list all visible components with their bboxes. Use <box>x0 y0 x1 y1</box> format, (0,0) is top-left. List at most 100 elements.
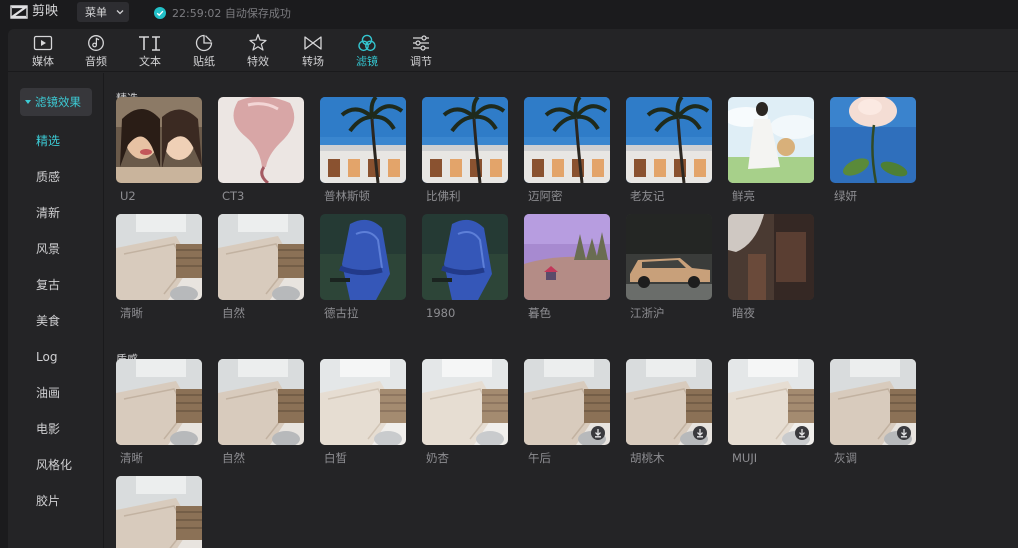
filter-thumbnail <box>728 359 814 445</box>
tab-media[interactable]: 媒体 <box>23 33 63 71</box>
filter-card[interactable]: 老友记 <box>626 97 712 203</box>
filter-card[interactable]: 自然 <box>218 359 304 465</box>
filter-thumbnail <box>320 214 406 300</box>
download-icon[interactable] <box>591 426 605 440</box>
tab-label: 调节 <box>410 55 432 68</box>
tab-label: 音频 <box>85 55 107 68</box>
filter-card[interactable]: 午后 <box>524 359 610 465</box>
download-icon[interactable] <box>795 426 809 440</box>
filter-card[interactable]: 奶杏 <box>422 359 508 465</box>
sidebar-item-oil-painting[interactable]: 油画 <box>36 386 60 400</box>
autosave-text: 22:59:02 自动保存成功 <box>172 7 291 20</box>
filter-card[interactable]: MUJI <box>728 359 814 465</box>
filter-thumbnail <box>218 97 304 183</box>
download-icon[interactable] <box>693 426 707 440</box>
filter-thumbnail <box>218 214 304 300</box>
filter-card[interactable]: 比佛利 <box>422 97 508 203</box>
sidebar-item-featured[interactable]: 精选 <box>36 134 60 148</box>
filter-card[interactable]: 1980 <box>422 214 508 320</box>
filter-thumbnail <box>524 359 610 445</box>
filter-name: 暗夜 <box>732 306 755 320</box>
sidebar-item-stylized[interactable]: 风格化 <box>36 458 72 472</box>
filter-card[interactable]: 清晰 <box>116 214 202 320</box>
check-circle-icon <box>154 7 166 19</box>
filter-name: 胡桃木 <box>630 451 665 465</box>
filter-thumbnail <box>116 476 202 548</box>
filter-name: 迈阿密 <box>528 189 563 203</box>
resource-panel: 媒体 音频 文本 贴纸 特效 转场 滤镜 调节 滤镜效果 精选 质感 清新 风景… <box>8 29 1018 548</box>
sidebar-item-movie[interactable]: 电影 <box>36 422 60 436</box>
tab-label: 文本 <box>139 55 161 68</box>
filter-card[interactable]: 普林斯顿 <box>320 97 406 203</box>
tab-audio[interactable]: 音频 <box>76 33 116 71</box>
download-icon[interactable] <box>897 426 911 440</box>
filter-card[interactable]: 江浙沪 <box>626 214 712 320</box>
menu-button-label: 菜单 <box>85 6 107 19</box>
sidebar-item-landscape[interactable]: 风景 <box>36 242 60 256</box>
filter-thumbnail <box>116 97 202 183</box>
filter-card[interactable]: 白皙 <box>320 359 406 465</box>
filter-card[interactable]: 绿妍 <box>830 97 916 203</box>
filter-name: 清晰 <box>120 306 143 320</box>
sidebar-item-fresh[interactable]: 清新 <box>36 206 60 220</box>
filter-card[interactable]: 德古拉 <box>320 214 406 320</box>
filter-icon <box>357 33 377 53</box>
filter-card[interactable]: 暮色 <box>524 214 610 320</box>
filter-card[interactable]: 鲜亮 <box>728 97 814 203</box>
filter-name: 午后 <box>528 451 551 465</box>
chevron-down-icon <box>116 10 124 15</box>
sidebar-item-texture[interactable]: 质感 <box>36 170 60 184</box>
sidebar-item-film[interactable]: 胶片 <box>36 494 60 508</box>
app-name: 剪映 <box>32 4 59 19</box>
tab-label: 贴纸 <box>193 55 215 68</box>
title-bar: 剪映 菜单 22:59:02 自动保存成功 <box>0 0 1018 24</box>
filter-card[interactable]: 暗夜 <box>728 214 814 320</box>
transition-icon <box>303 33 323 53</box>
sidebar-item-food[interactable]: 美食 <box>36 314 60 328</box>
filter-name: 比佛利 <box>426 189 461 203</box>
filter-thumbnail <box>626 214 712 300</box>
filter-thumbnail <box>728 214 814 300</box>
audio-icon <box>87 33 105 53</box>
tab-filter[interactable]: 滤镜 <box>347 33 387 71</box>
filter-thumbnail <box>116 359 202 445</box>
filter-name: 鲜亮 <box>732 189 755 203</box>
filter-card[interactable]: 胡桃木 <box>626 359 712 465</box>
filter-name: 自然 <box>222 306 245 320</box>
tab-sticker[interactable]: 贴纸 <box>184 33 224 71</box>
sticker-icon <box>195 33 213 53</box>
filter-card[interactable]: 迈阿密 <box>524 97 610 203</box>
filter-thumbnail <box>422 359 508 445</box>
filter-card[interactable]: 清晰 <box>116 359 202 465</box>
filter-card[interactable]: 灰调 <box>830 359 916 465</box>
tab-text[interactable]: 文本 <box>130 33 170 71</box>
filter-thumbnail <box>626 359 712 445</box>
filter-grid: 精选 质感 U2CT3普林斯顿比佛利迈阿密老友记鲜亮绿妍清晰自然德古拉1980暮… <box>105 73 1018 548</box>
sidebar-item-retro[interactable]: 复古 <box>36 278 60 292</box>
filter-thumbnail <box>626 97 712 183</box>
filter-thumbnail <box>524 97 610 183</box>
filter-name: 暮色 <box>528 306 551 320</box>
filter-name: 江浙沪 <box>630 306 665 320</box>
tab-effects[interactable]: 特效 <box>238 33 278 71</box>
filter-name: 1980 <box>426 306 456 320</box>
filter-card[interactable]: CT3 <box>218 97 304 203</box>
filter-name: 德古拉 <box>324 306 359 320</box>
filter-card[interactable] <box>116 476 202 548</box>
filter-name: 奶杏 <box>426 451 449 465</box>
filter-card[interactable]: 自然 <box>218 214 304 320</box>
menu-button[interactable]: 菜单 <box>77 2 129 22</box>
tab-label: 滤镜 <box>356 55 378 68</box>
filter-thumbnail <box>320 359 406 445</box>
sidebar-item-log[interactable]: Log <box>36 350 57 364</box>
filter-name: 灰调 <box>834 451 857 465</box>
tab-transition[interactable]: 转场 <box>293 33 333 71</box>
filter-card[interactable]: U2 <box>116 97 202 203</box>
filter-effects-header[interactable]: 滤镜效果 <box>20 88 92 116</box>
app-logo: 剪映 <box>10 3 58 21</box>
filter-thumbnail <box>422 97 508 183</box>
tab-adjust[interactable]: 调节 <box>401 33 441 71</box>
filter-name: 清晰 <box>120 451 143 465</box>
filter-thumbnail <box>524 214 610 300</box>
filter-thumbnail <box>218 359 304 445</box>
